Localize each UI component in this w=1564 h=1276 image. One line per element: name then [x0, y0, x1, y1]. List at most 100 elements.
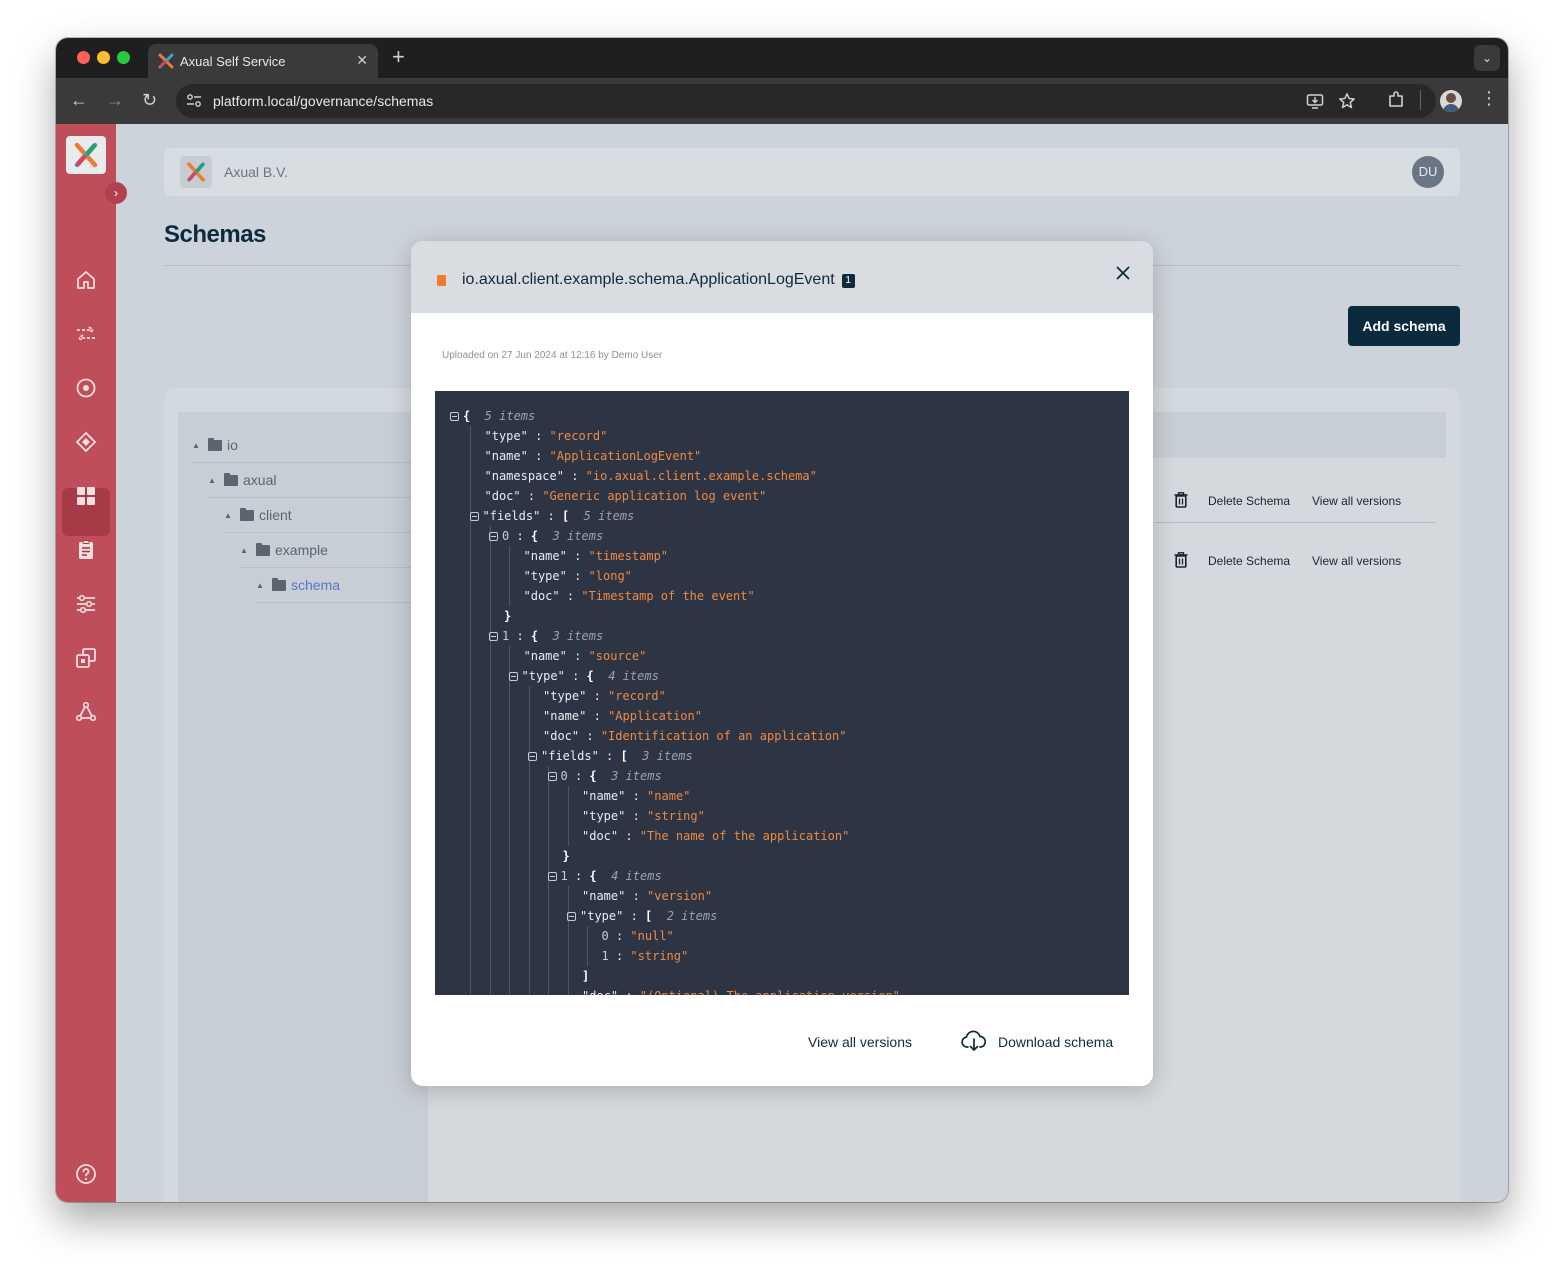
close-window-button[interactable]: [77, 51, 90, 64]
view-all-versions-button[interactable]: View all versions: [808, 1034, 912, 1050]
profile-avatar[interactable]: [1440, 90, 1462, 112]
topic-target-icon[interactable]: [74, 376, 98, 400]
json-colon: :: [527, 429, 550, 443]
axual-logo[interactable]: [66, 136, 106, 174]
json-line: 0 : { 3 items: [547, 766, 662, 786]
json-colon: :: [566, 649, 589, 663]
tree-item-axual[interactable]: ▲ axual: [208, 464, 428, 498]
org-logo-icon: [187, 162, 205, 182]
home-icon[interactable]: [74, 268, 98, 292]
help-question-icon[interactable]: [74, 1162, 98, 1186]
collapse-node-icon[interactable]: [547, 772, 557, 781]
minimize-window-button[interactable]: [97, 51, 110, 64]
close-icon[interactable]: [1115, 265, 1131, 281]
json-colon: :: [625, 789, 648, 803]
view-all-versions-link[interactable]: View all versions: [1312, 494, 1401, 508]
tree-item-io[interactable]: ▲ io: [192, 429, 428, 463]
settings-sliders-icon[interactable]: [74, 592, 98, 616]
collapse-node-icon[interactable]: [489, 532, 498, 541]
json-value: "source": [588, 649, 647, 663]
view-all-versions-link[interactable]: View all versions: [1312, 554, 1401, 568]
cloud-download-icon[interactable]: [961, 1029, 987, 1053]
user-avatar[interactable]: DU: [1412, 156, 1444, 188]
site-settings-icon[interactable]: [186, 93, 202, 109]
json-colon: :: [567, 869, 590, 883]
install-app-icon[interactable]: [1306, 92, 1324, 110]
tree-item-client[interactable]: ▲ client: [224, 499, 428, 533]
new-tab-button[interactable]: +: [392, 46, 405, 68]
trash-icon[interactable]: [1174, 552, 1188, 568]
json-colon: :: [625, 809, 648, 823]
json-bracket: {: [589, 769, 597, 783]
reload-icon[interactable]: ↻: [142, 90, 157, 110]
json-value: "string": [647, 809, 705, 823]
json-colon: :: [579, 729, 601, 743]
collapse-node-icon[interactable]: [469, 512, 479, 521]
collapse-node-icon[interactable]: [547, 872, 557, 881]
download-schema-button[interactable]: Download schema: [998, 1034, 1113, 1050]
page-title: Schemas: [164, 221, 266, 248]
forward-arrow-icon[interactable]: →: [106, 90, 124, 110]
expand-sidebar-chevron-icon[interactable]: ›: [105, 182, 127, 204]
maximize-window-button[interactable]: [117, 51, 130, 64]
collapse-arrow-icon[interactable]: ▲: [224, 511, 232, 520]
tree-item-label: example: [275, 542, 328, 558]
json-item-count: 5 items: [470, 409, 536, 423]
network-nodes-icon[interactable]: [74, 700, 98, 724]
folder-icon: [240, 508, 254, 521]
extensions-puzzle-icon[interactable]: [1386, 90, 1406, 110]
collapse-node-icon[interactable]: [489, 632, 498, 641]
collapse-arrow-icon[interactable]: ▲: [192, 441, 200, 450]
json-item-count: 2 items: [652, 909, 718, 923]
json-bracket: }: [504, 609, 512, 623]
json-line: "type" : "string": [582, 806, 705, 826]
trash-icon[interactable]: [1174, 492, 1188, 508]
json-line: 0 : { 3 items: [489, 526, 603, 546]
json-key: 0: [601, 929, 609, 943]
json-value: "ApplicationLogEvent": [549, 449, 702, 463]
json-schema-viewer[interactable]: { 5 items "type" : "record" "name" : "Appl…: [435, 391, 1129, 995]
json-line: "type" : "record": [543, 686, 666, 706]
bookmark-star-icon[interactable]: [1338, 92, 1356, 110]
collapse-node-icon[interactable]: [508, 672, 518, 681]
applications-diamond-icon[interactable]: [74, 430, 98, 454]
collapse-node-icon[interactable]: [450, 412, 459, 421]
streams-icon[interactable]: [74, 322, 98, 346]
add-schema-button[interactable]: Add schema: [1348, 306, 1460, 346]
environments-copy-icon[interactable]: [74, 646, 98, 670]
json-line: 1 : { 3 items: [489, 626, 603, 646]
json-line: 0 : "null": [602, 926, 674, 946]
collapse-node-icon[interactable]: [528, 752, 537, 761]
collapse-node-icon[interactable]: [567, 912, 576, 921]
json-colon: :: [567, 769, 590, 783]
json-value: "Identification of an application": [600, 729, 847, 743]
tree-item-example[interactable]: ▲ example: [240, 534, 428, 568]
tree-item-schema[interactable]: ▲ schema: [256, 569, 428, 603]
dashboard-grid-icon[interactable]: [74, 484, 98, 508]
json-line: "name" : "name": [582, 786, 690, 806]
delete-schema-button[interactable]: Delete Schema: [1208, 554, 1290, 568]
tab-close-icon[interactable]: ✕: [356, 52, 368, 69]
delete-schema-button[interactable]: Delete Schema: [1208, 494, 1290, 508]
folder-icon: [272, 578, 286, 591]
browser-menu-icon[interactable]: ⋮: [1480, 88, 1498, 109]
json-value: "The name of the application": [639, 829, 850, 843]
collapse-arrow-icon[interactable]: ▲: [208, 476, 216, 485]
back-arrow-icon[interactable]: ←: [70, 90, 88, 110]
json-indent-guide: [567, 886, 569, 995]
address-bar[interactable]: platform.local/governance/schemas: [176, 84, 1436, 118]
json-indent-guide: [567, 786, 569, 846]
browser-tab[interactable]: Axual Self Service ✕: [148, 44, 378, 78]
json-bracket: ]: [582, 969, 590, 983]
collapse-arrow-icon[interactable]: ▲: [240, 546, 248, 555]
tab-search-chevron-icon[interactable]: ⌄: [1474, 45, 1500, 71]
json-line: "type" : [ 2 items: [567, 906, 717, 926]
schemas-clipboard-icon[interactable]: [74, 538, 98, 562]
json-bracket: {: [586, 669, 594, 683]
json-item-count: 4 items: [593, 669, 659, 683]
json-colon: :: [520, 489, 543, 503]
json-value: "io.axual.client.example.schema": [585, 469, 817, 483]
json-key: "type": [543, 689, 587, 703]
collapse-arrow-icon[interactable]: ▲: [256, 581, 264, 590]
json-key: "fields": [541, 749, 599, 763]
